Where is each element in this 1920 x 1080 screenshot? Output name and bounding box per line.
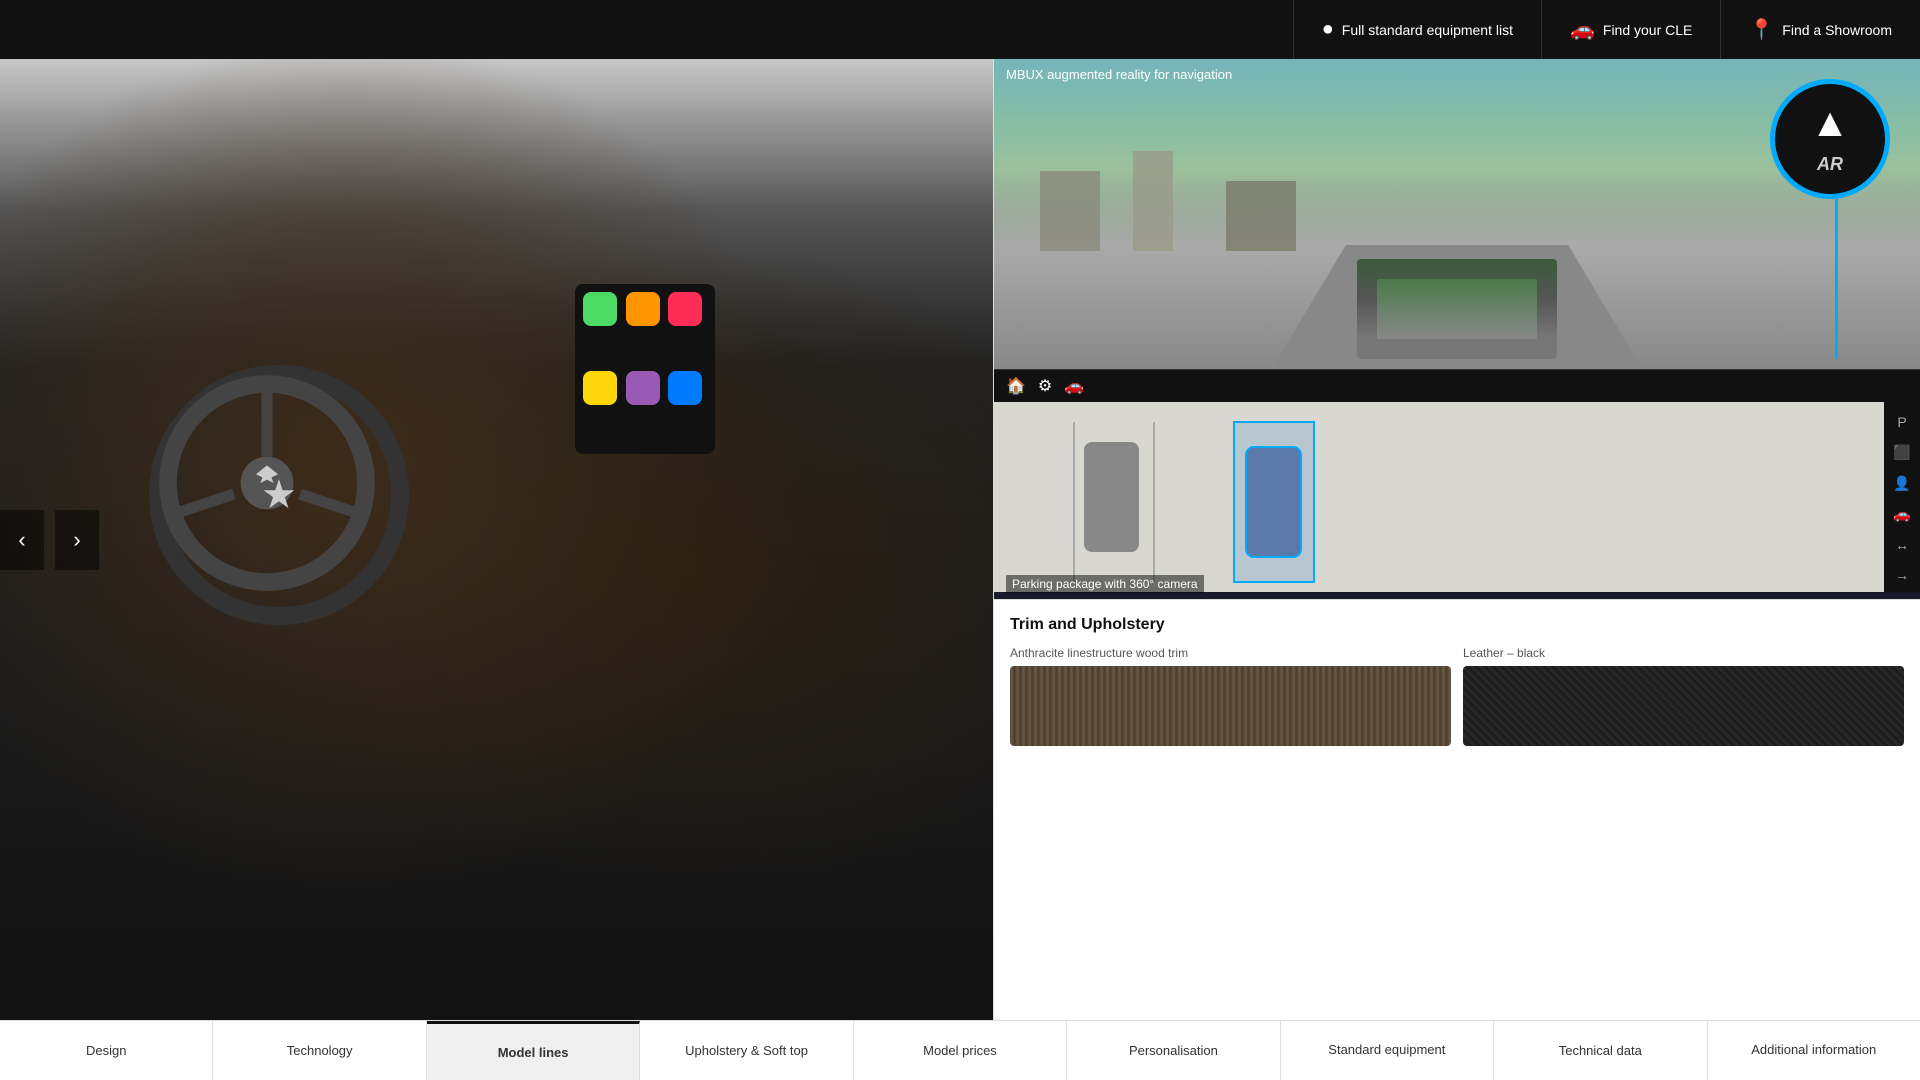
nav-item-technology[interactable]: Technology: [213, 1021, 426, 1080]
header: ● Full standard equipment list 🚗 Find yo…: [0, 0, 1920, 59]
settings-icon: ⚙: [1038, 376, 1052, 396]
ar-connector-line: [1835, 199, 1838, 359]
steering-wheel-graphic: [149, 365, 409, 625]
find-cle-button[interactable]: 🚗 Find your CLE: [1541, 0, 1720, 59]
ar-building-1: [1040, 171, 1100, 251]
left-arrow-icon: ‹: [18, 527, 25, 553]
right-panel: MBUX augmented reality for navigation ▲ …: [993, 59, 1920, 1080]
ar-compass-inner: ▲ AR: [1810, 103, 1850, 175]
nav-item-standard-equipment[interactable]: Standard equipment: [1281, 1021, 1494, 1080]
location-icon: 📍: [1749, 17, 1774, 42]
nav-item-design[interactable]: Design: [0, 1021, 213, 1080]
side-icon-1[interactable]: P: [1893, 410, 1910, 434]
nav-item-model-lines[interactable]: Model lines: [427, 1021, 640, 1080]
nav-item-technical-data[interactable]: Technical data: [1494, 1021, 1707, 1080]
trim-swatch-leather: [1463, 666, 1904, 746]
home-icon: 🏠: [1006, 376, 1026, 396]
nav-item-upholstery[interactable]: Upholstery & Soft top: [640, 1021, 853, 1080]
parking-camera-section: 🏠 ⚙ 🚗: [994, 369, 1920, 599]
side-icon-3[interactable]: 👤: [1889, 471, 1914, 496]
ar-navigation-section: MBUX augmented reality for navigation ▲ …: [994, 59, 1920, 369]
car-overhead-icon: 🚗: [1064, 376, 1084, 396]
car-icon: 🚗: [1570, 17, 1595, 42]
side-icon-4[interactable]: 🚗: [1889, 502, 1914, 527]
content-row: No-cost option shown: leather in tonka b…: [0, 59, 1920, 1080]
nav-item-model-prices[interactable]: Model prices: [854, 1021, 1067, 1080]
full-equipment-button[interactable]: ● Full standard equipment list: [1293, 0, 1541, 59]
next-arrow-button[interactable]: ›: [55, 510, 99, 570]
ar-building-3: [1226, 181, 1296, 251]
ar-arrow-icon: ▲: [1810, 103, 1850, 143]
side-icon-2[interactable]: ⬛: [1889, 440, 1914, 465]
bottom-navigation: Design Technology Model lines Upholstery…: [0, 1020, 1920, 1080]
find-showroom-button[interactable]: 📍 Find a Showroom: [1720, 0, 1920, 59]
app-icon-music: [626, 292, 660, 326]
find-cle-label: Find your CLE: [1603, 22, 1692, 38]
prev-arrow-button[interactable]: ‹: [0, 510, 44, 570]
trim-option-leather[interactable]: Leather – black: [1463, 646, 1904, 746]
find-showroom-label: Find a Showroom: [1782, 22, 1892, 38]
ar-label: MBUX augmented reality for navigation: [1006, 67, 1232, 82]
ar-scene: MBUX augmented reality for navigation ▲ …: [994, 59, 1920, 369]
trim-section: Trim and Upholstery Anthracite linestruc…: [994, 599, 1920, 1080]
side-icon-5[interactable]: ↔: [1891, 533, 1913, 557]
left-panel: No-cost option shown: leather in tonka b…: [0, 59, 993, 1080]
side-icon-6[interactable]: →: [1891, 563, 1913, 587]
app-icon-settings: [668, 371, 702, 405]
trim-option-leather-label: Leather – black: [1463, 646, 1904, 660]
ar-inset-screen: [1357, 259, 1557, 359]
ar-screen-inner: [1357, 259, 1557, 359]
right-arrow-icon: ›: [73, 527, 80, 553]
dashboard-screen: [575, 284, 715, 454]
car-interior-background: [0, 59, 993, 1080]
trim-title: Trim and Upholstery: [1010, 616, 1904, 634]
parking-label: Parking package with 360° camera: [1006, 575, 1204, 593]
parking-lines-svg: [994, 402, 1920, 592]
nav-item-additional-information[interactable]: Additional information: [1708, 1021, 1920, 1080]
parking-scene: P ⬛ 👤 🚗 ↔ →: [994, 402, 1920, 592]
trim-option-wood[interactable]: Anthracite linestructure wood trim: [1010, 646, 1451, 746]
trim-option-wood-label: Anthracite linestructure wood trim: [1010, 646, 1451, 660]
app-icon-radio: [626, 371, 660, 405]
full-equipment-label: Full standard equipment list: [1342, 22, 1513, 38]
side-icons: P ⬛ 👤 🚗 ↔ →: [1884, 402, 1920, 592]
nav-item-personalisation[interactable]: Personalisation: [1067, 1021, 1280, 1080]
parking-header: 🏠 ⚙ 🚗: [994, 370, 1920, 402]
app-icon-maps: [583, 371, 617, 405]
ar-building-2: [1133, 151, 1173, 251]
ar-screen-map: [1377, 279, 1537, 339]
ar-compass-circle: ▲ AR: [1770, 79, 1890, 199]
app-icon-phone: [583, 292, 617, 326]
circle-icon: ●: [1322, 18, 1334, 41]
main-content: No-cost option shown: leather in tonka b…: [0, 59, 1920, 1080]
trim-options: Anthracite linestructure wood trim Leath…: [1010, 646, 1904, 746]
app-icon-media: [668, 292, 702, 326]
trim-swatch-wood: [1010, 666, 1451, 746]
main-car-image: No-cost option shown: leather in tonka b…: [0, 59, 993, 1080]
ar-text-label: AR: [1817, 154, 1843, 174]
